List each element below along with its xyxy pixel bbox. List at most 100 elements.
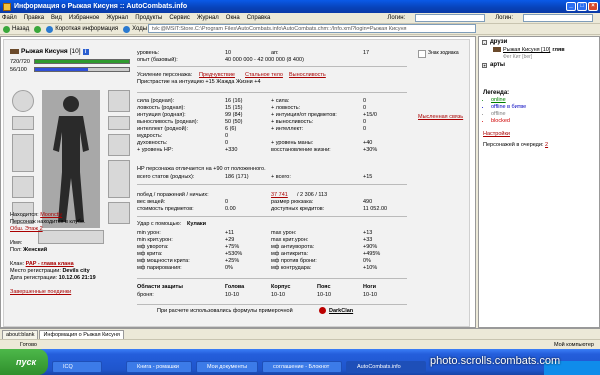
tab-info[interactable]: Информация о Рыжая Кисуня bbox=[39, 330, 124, 339]
combat-cell: min крит.урон: bbox=[137, 237, 173, 243]
wins-link[interactable]: 37 741 bbox=[271, 192, 288, 198]
bracer-slot[interactable] bbox=[12, 116, 34, 130]
combat-cell: мф антиуворота: bbox=[271, 244, 315, 250]
menu-windows[interactable]: Окна bbox=[226, 15, 240, 21]
boost-link-2[interactable]: Стальное тело bbox=[245, 72, 283, 78]
location-link[interactable]: Moonctiy bbox=[40, 212, 62, 218]
friend-item[interactable]: Фег Кит [ber] bbox=[503, 54, 599, 60]
forward-button[interactable] bbox=[34, 25, 42, 33]
menu-journal[interactable]: Журнал bbox=[106, 15, 128, 21]
combat-cell: 0% bbox=[363, 258, 371, 264]
earring-slot[interactable] bbox=[108, 90, 130, 112]
combat-cell: +530% bbox=[225, 251, 243, 257]
boots-slot[interactable] bbox=[108, 202, 130, 224]
armor-header: Ноги bbox=[363, 284, 377, 290]
combat-cell: 0% bbox=[225, 265, 233, 271]
queue-count-link[interactable]: 2 bbox=[545, 142, 548, 148]
task-notepad[interactable]: соглашение - Блокнот bbox=[262, 361, 342, 373]
back-button[interactable]: Назад bbox=[3, 25, 29, 33]
tab-blank[interactable]: about:blank bbox=[2, 330, 39, 339]
login-input-2[interactable] bbox=[523, 14, 593, 22]
zodiac: Знак зодиака Мысленная связь bbox=[418, 50, 468, 120]
attr-bonus-label: + выносливость: bbox=[271, 119, 314, 125]
hp-bar bbox=[34, 59, 130, 64]
attr-label: выносливость (родная): bbox=[137, 119, 199, 125]
address-bar[interactable]: tvk:@MSIT:Store.C:\Program Files\AutoCom… bbox=[148, 24, 476, 33]
menu-view[interactable]: Вид bbox=[51, 15, 62, 21]
attr-value: 0 bbox=[225, 133, 229, 139]
combat-cell: +495% bbox=[363, 251, 381, 257]
task-autocombats[interactable]: AutoCombats.info bbox=[346, 361, 426, 373]
armor-cell: 10-10 bbox=[271, 292, 286, 298]
short-info-button[interactable]: Короткая информация bbox=[46, 25, 118, 33]
menu-bar: Файл Правка Вид Избранное Журнал Продукт… bbox=[0, 13, 600, 24]
club-link[interactable]: Обш. Этаж 2 bbox=[10, 226, 43, 232]
title-bar: Информация о Рыжая Кисуня :: AutoCombats… bbox=[0, 0, 600, 13]
combat-cell: мф против брони: bbox=[271, 258, 317, 264]
menu-file[interactable]: Файл bbox=[2, 15, 17, 21]
browser-window: Информация о Рыжая Кисуня :: AutoCombats… bbox=[0, 0, 600, 375]
armor-cell: броня: bbox=[137, 292, 154, 298]
attr-bonus-label: + ловкость: bbox=[271, 105, 301, 111]
boost-link-1[interactable]: Предчувствие bbox=[199, 72, 235, 78]
friend-item[interactable]: Рыжая Кисуня [10] гляв bbox=[493, 47, 599, 53]
menu-help[interactable]: Справка bbox=[247, 15, 271, 21]
minimize-button[interactable]: _ bbox=[566, 2, 576, 11]
forward-icon bbox=[34, 25, 42, 33]
task-book[interactable]: Книга - ромашки bbox=[126, 361, 192, 373]
finished-fights-link[interactable]: Завершенные поединки bbox=[10, 289, 71, 295]
browser-tabs: about:blank Информация о Рыжая Кисуня bbox=[0, 328, 600, 339]
attr-value: 15 (15) bbox=[225, 105, 243, 111]
moves-icon bbox=[123, 25, 131, 33]
attr-bonus-label: + уровень маны: bbox=[271, 140, 314, 146]
character-name: Рыжая Кисуня [10] i bbox=[10, 48, 89, 55]
boost-link-3[interactable]: Выносливость bbox=[289, 72, 326, 78]
menu-edit[interactable]: Правка bbox=[24, 15, 44, 21]
clan-link[interactable]: PAP - глава клана bbox=[26, 261, 74, 267]
combat-cell: +29 bbox=[225, 237, 235, 243]
app-icon bbox=[3, 2, 11, 11]
mind-link[interactable]: Мысленная связь bbox=[418, 114, 468, 120]
combat-cell: min урон: bbox=[137, 230, 161, 236]
close-button[interactable]: × bbox=[588, 2, 598, 11]
content-pane: Рыжая Кисуня [10] i 720/720 56/100 Наход… bbox=[0, 36, 476, 328]
menu-service[interactable]: Сервис bbox=[169, 15, 190, 21]
settings-link[interactable]: Настройки bbox=[483, 131, 599, 137]
friends-header[interactable]: - друзи bbox=[482, 39, 599, 45]
mp-text: 56/100 bbox=[10, 67, 27, 73]
attr-bonus-label: + интеллект: bbox=[271, 126, 304, 132]
amulet-slot[interactable] bbox=[108, 116, 130, 130]
task-icq[interactable]: ICQ bbox=[52, 361, 102, 373]
moves-button[interactable]: Ходы bbox=[123, 25, 147, 33]
armor-cell: 10-10 bbox=[363, 292, 378, 298]
task-docs[interactable]: Мои документы bbox=[196, 361, 258, 373]
helmet-slot[interactable] bbox=[12, 90, 34, 112]
maximize-button[interactable]: □ bbox=[577, 2, 587, 11]
armor-cell: 10-10 bbox=[317, 292, 332, 298]
legend-list: online offline в битве offline blocked bbox=[491, 97, 599, 125]
info-icon[interactable]: i bbox=[82, 48, 89, 55]
shield-slot[interactable] bbox=[108, 160, 130, 198]
weapon-slot[interactable] bbox=[12, 134, 34, 172]
char-info: Находится: Moonctiy Персонаж находится в… bbox=[10, 212, 96, 295]
character-page: Рыжая Кисуня [10] i 720/720 56/100 Наход… bbox=[3, 39, 470, 327]
start-button[interactable]: пуск bbox=[0, 349, 48, 375]
combat-cell: мф парирования: bbox=[137, 265, 182, 271]
armor-slot[interactable] bbox=[12, 176, 34, 198]
clan-flag-icon bbox=[10, 49, 19, 54]
armor-header: Пояс bbox=[317, 284, 331, 290]
combat-cell: мф мощности крита: bbox=[137, 258, 190, 264]
gloves-slot[interactable] bbox=[108, 134, 130, 156]
login-input[interactable] bbox=[415, 14, 486, 22]
menu-products[interactable]: Продукты bbox=[135, 15, 162, 21]
menu-favorites[interactable]: Избранное bbox=[69, 15, 99, 21]
darkclan-link[interactable]: DarkClan bbox=[329, 308, 353, 314]
clan-flag-icon bbox=[493, 47, 501, 52]
window-title: Информация о Рыжая Кисуня :: AutoCombats… bbox=[14, 3, 188, 10]
attr-label: интеллект (родной): bbox=[137, 126, 189, 132]
arts-header[interactable]: + арты bbox=[482, 62, 599, 68]
attr-bonus-value: +40 bbox=[363, 140, 373, 146]
menu-journal2[interactable]: Журнал bbox=[197, 15, 219, 21]
attr-bonus-value: 0 bbox=[363, 98, 367, 104]
attr-label: мудрость: bbox=[137, 133, 163, 139]
